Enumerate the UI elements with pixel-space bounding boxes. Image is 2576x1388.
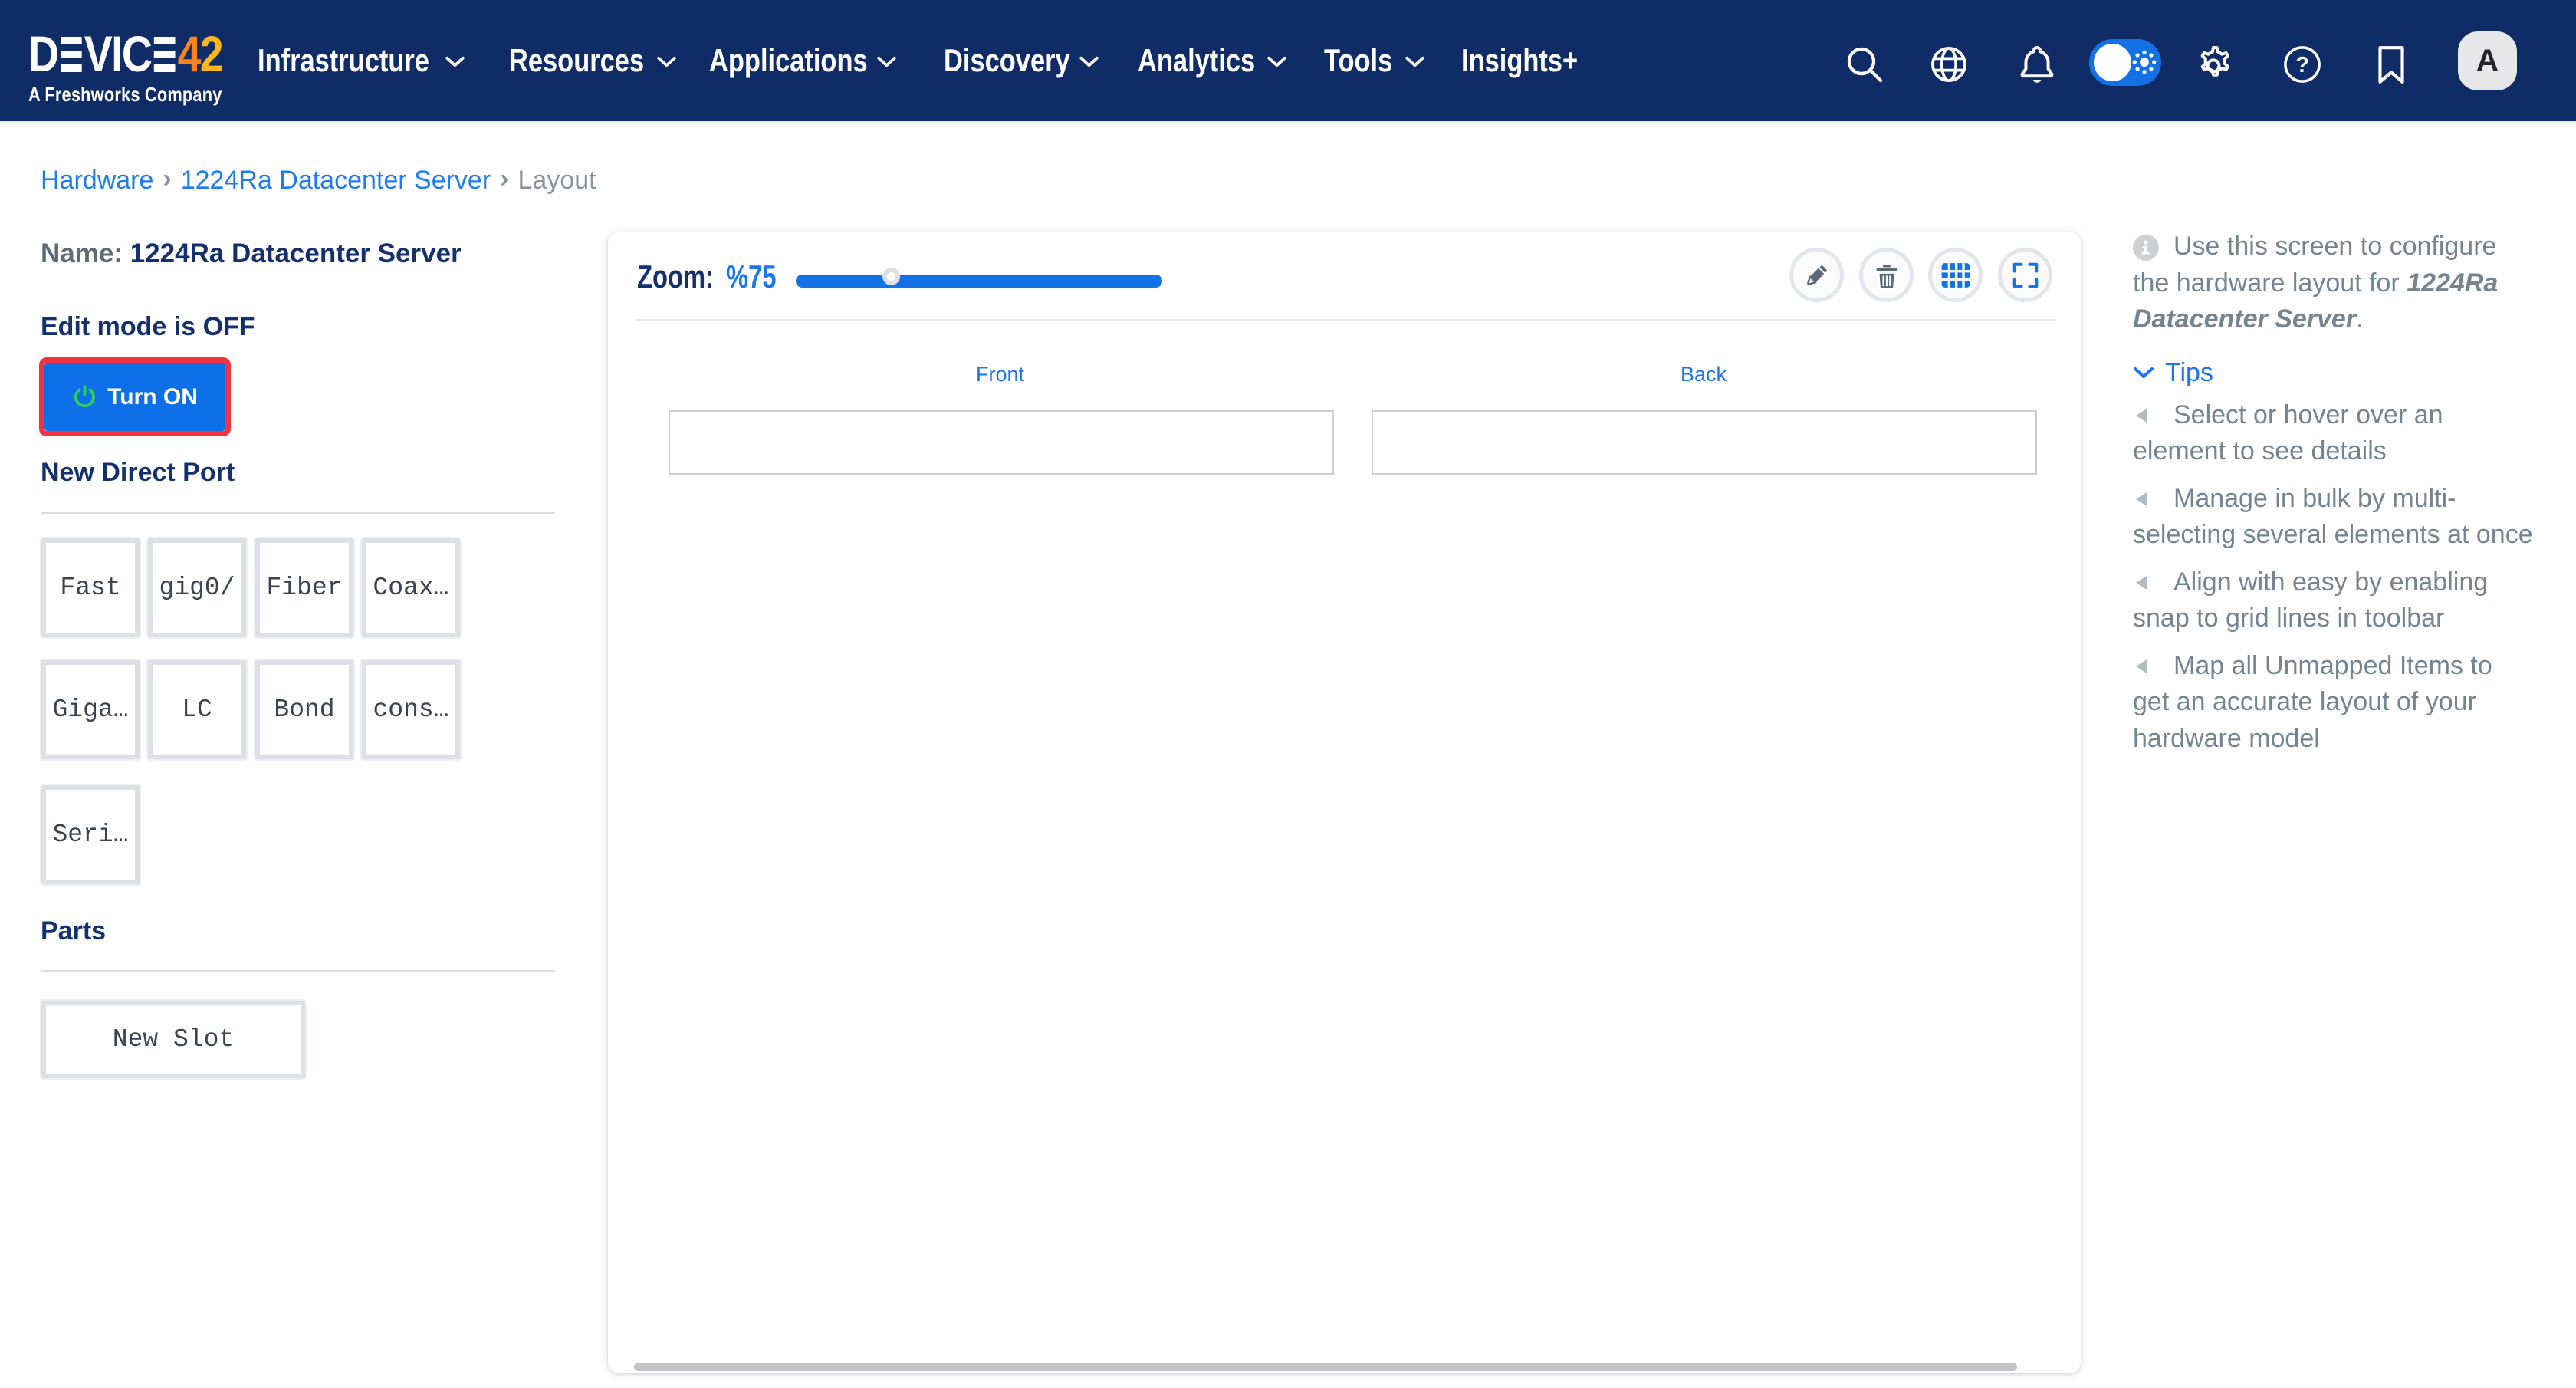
svg-text:?: ? [2295,53,2309,77]
